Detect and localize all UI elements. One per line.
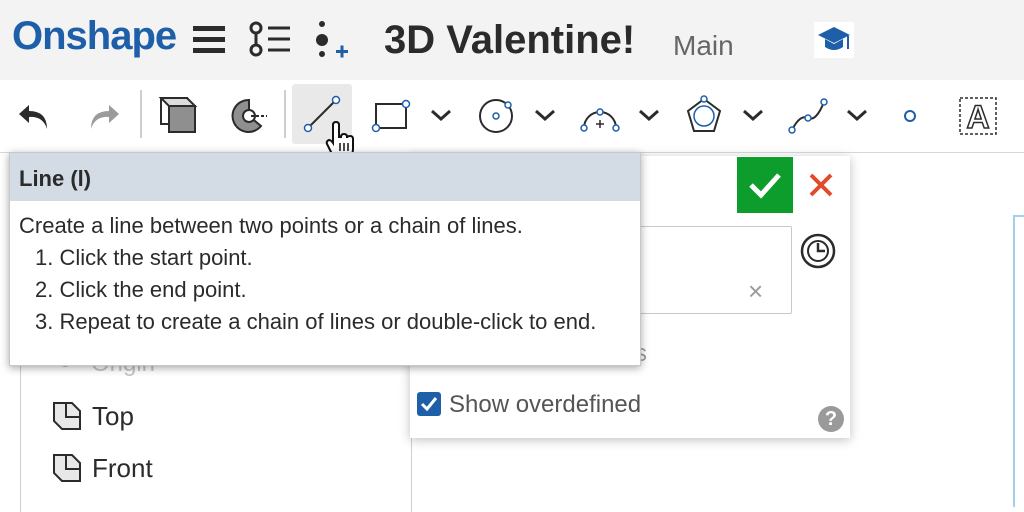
revolve-icon: [231, 98, 267, 133]
spline-icon: [788, 98, 828, 134]
polygon-icon: [686, 95, 722, 132]
feature-plane-front[interactable]: Front: [52, 450, 153, 486]
arc-button[interactable]: [570, 86, 630, 146]
show-overdefined-label[interactable]: Show overdefined: [449, 391, 641, 419]
insert-variable-icon[interactable]: [312, 20, 352, 67]
plane-icon: [53, 454, 81, 482]
revolve-button[interactable]: [218, 86, 278, 146]
polygon-button[interactable]: [674, 86, 734, 146]
feature-plane-top[interactable]: Top: [52, 398, 134, 434]
toolbar-separator: [284, 90, 286, 138]
document-title[interactable]: 3D Valentine!: [384, 18, 635, 63]
menu-icon[interactable]: [192, 24, 226, 61]
tooltip-step: 2. Click the end point.: [35, 277, 247, 302]
branch-name[interactable]: Main: [673, 30, 734, 62]
arc-icon: [580, 108, 620, 132]
plane-label: Front: [92, 452, 153, 483]
rectangle-button[interactable]: [362, 86, 422, 146]
feature-list-icon[interactable]: [248, 20, 292, 65]
tooltip-step: 1. Click the start point.: [35, 245, 253, 270]
close-icon: [809, 173, 833, 197]
point-icon: [904, 110, 916, 122]
plane-icon: [53, 402, 81, 430]
point-button[interactable]: [880, 86, 940, 146]
graphics-area-edge: [1013, 215, 1024, 507]
text-icon: A: [959, 97, 997, 136]
cancel-button[interactable]: [800, 157, 842, 213]
line-tool-tooltip: Line (l) Create a line between two point…: [9, 152, 641, 366]
text-button[interactable]: A: [948, 86, 1008, 146]
accept-button[interactable]: [737, 157, 793, 213]
undo-button[interactable]: [4, 86, 64, 146]
circle-icon: [479, 99, 513, 133]
checkmark-icon: [749, 173, 781, 199]
onshape-logo[interactable]: Onshape: [12, 14, 177, 59]
undo-icon: [19, 105, 47, 129]
help-icon[interactable]: ?: [818, 406, 844, 432]
toolbar-separator: [140, 90, 142, 138]
rectangle-icon: [371, 99, 411, 133]
tooltip-description: Create a line between two points or a ch…: [19, 213, 523, 238]
rectangle-options-chevron-down-icon[interactable]: [428, 102, 454, 128]
sketch-plane-selection-field[interactable]: [626, 226, 792, 314]
spline-options-chevron-down-icon[interactable]: [844, 102, 870, 128]
polygon-options-chevron-down-icon[interactable]: [740, 102, 766, 128]
tooltip-step: 3. Repeat to create a chain of lines or …: [35, 309, 597, 334]
redo-button[interactable]: [74, 86, 134, 146]
plane-label: Top: [92, 400, 134, 431]
clear-selection-icon[interactable]: ×: [748, 276, 763, 307]
tooltip-title-bar: [10, 153, 640, 201]
extrude-button[interactable]: [148, 86, 208, 146]
arc-options-chevron-down-icon[interactable]: [636, 102, 662, 128]
svg-text:A: A: [966, 99, 989, 135]
learning-center-icon[interactable]: [814, 22, 854, 58]
circle-button[interactable]: [466, 86, 526, 146]
show-overdefined-checkbox[interactable]: [417, 392, 441, 416]
spline-button[interactable]: [778, 86, 838, 146]
circle-options-chevron-down-icon[interactable]: [532, 102, 558, 128]
redo-icon: [91, 105, 119, 129]
tooltip-title: Line (l): [19, 166, 92, 191]
history-clock-icon[interactable]: [799, 232, 837, 275]
extrude-icon: [158, 97, 198, 133]
